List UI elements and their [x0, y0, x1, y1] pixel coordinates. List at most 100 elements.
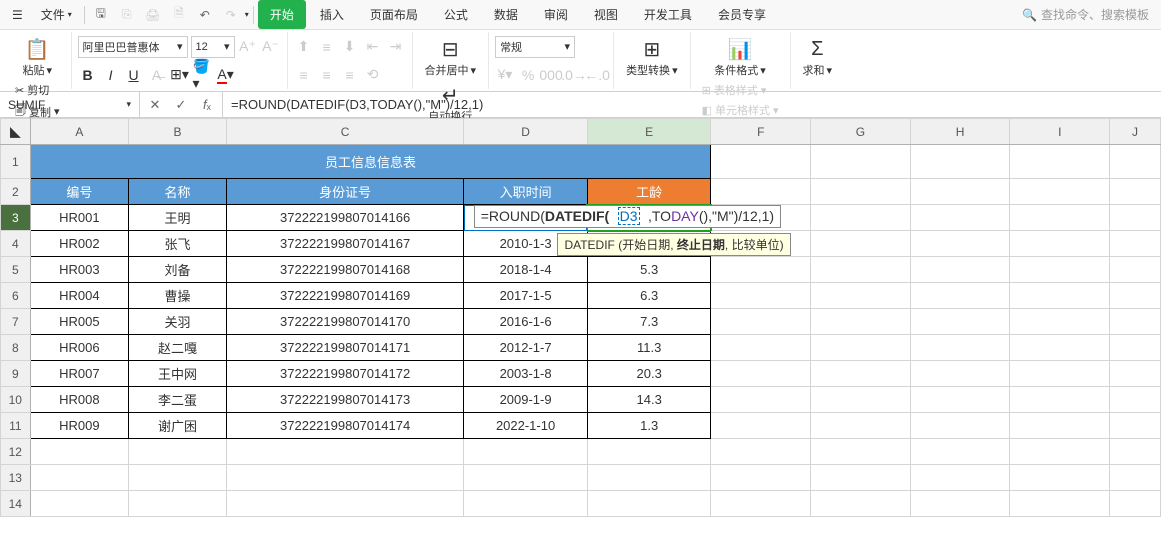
- cell[interactable]: [464, 491, 588, 517]
- cell[interactable]: [811, 179, 911, 205]
- cell[interactable]: [1010, 335, 1110, 361]
- row-header[interactable]: 5: [1, 257, 31, 283]
- cell[interactable]: [711, 145, 811, 179]
- bold-button[interactable]: B: [78, 65, 98, 85]
- italic-button[interactable]: I: [101, 65, 121, 85]
- print-icon[interactable]: 🖨: [141, 3, 165, 27]
- cell[interactable]: [811, 257, 911, 283]
- row-header[interactable]: 12: [1, 439, 31, 465]
- cell[interactable]: [129, 465, 227, 491]
- select-all-corner[interactable]: ◣: [1, 119, 31, 145]
- formula-input[interactable]: =ROUND(DATEDIF(D3,TODAY(),"M")/12,1): [223, 92, 1161, 117]
- cell[interactable]: [464, 465, 588, 491]
- cell[interactable]: [910, 335, 1010, 361]
- row-header[interactable]: 4: [1, 231, 31, 257]
- cell[interactable]: [30, 439, 129, 465]
- doc-icon[interactable]: 🗎: [167, 3, 191, 27]
- cell[interactable]: 372222199807014167: [226, 231, 463, 257]
- tab-devtools[interactable]: 开发工具: [632, 0, 704, 29]
- cell[interactable]: [1110, 283, 1161, 309]
- col-header-A[interactable]: A: [30, 119, 129, 145]
- cell[interactable]: [711, 283, 811, 309]
- cell[interactable]: 2012-1-7: [464, 335, 588, 361]
- col-header-B[interactable]: B: [129, 119, 227, 145]
- cell[interactable]: [910, 257, 1010, 283]
- dec-decimal-icon[interactable]: ←.0: [587, 65, 607, 85]
- tab-review[interactable]: 审阅: [532, 0, 580, 29]
- cell[interactable]: 372222199807014169: [226, 283, 463, 309]
- cell[interactable]: 372222199807014172: [226, 361, 463, 387]
- sum-button[interactable]: Σ 求和▾: [797, 34, 839, 80]
- tab-home[interactable]: 开始: [258, 0, 306, 29]
- cell[interactable]: [910, 283, 1010, 309]
- cell[interactable]: [1110, 179, 1161, 205]
- cell[interactable]: [811, 465, 911, 491]
- cell[interactable]: [711, 387, 811, 413]
- increase-font-icon[interactable]: A⁺: [238, 37, 258, 57]
- grid-container[interactable]: ◣ A B C D E F G H I J 1 员工信息信息表 2 编号 名称 …: [0, 118, 1161, 543]
- cell[interactable]: 372222199807014166: [226, 205, 463, 231]
- cell[interactable]: [910, 491, 1010, 517]
- cell[interactable]: [711, 439, 811, 465]
- cell[interactable]: 6.3: [587, 283, 711, 309]
- cell[interactable]: [1010, 309, 1110, 335]
- cell[interactable]: [711, 179, 811, 205]
- cell[interactable]: HR006: [30, 335, 129, 361]
- cell[interactable]: [910, 205, 1010, 231]
- cond-format-button[interactable]: 📊 条件格式▾: [697, 34, 784, 80]
- indent-dec-icon[interactable]: ⇤: [363, 37, 383, 57]
- cell[interactable]: 20.3: [587, 361, 711, 387]
- align-right-icon[interactable]: ≡: [340, 65, 360, 85]
- print-preview-icon[interactable]: ⎘: [115, 3, 139, 27]
- cell[interactable]: [464, 439, 588, 465]
- align-left-icon[interactable]: ≡: [294, 65, 314, 85]
- tab-formula[interactable]: 公式: [432, 0, 480, 29]
- cell[interactable]: [811, 335, 911, 361]
- cell[interactable]: [587, 439, 711, 465]
- strike-button[interactable]: A̶: [147, 65, 167, 85]
- col-header-F[interactable]: F: [711, 119, 811, 145]
- cell[interactable]: 2022-1-10: [464, 413, 588, 439]
- header-hiredate[interactable]: 入职时间: [464, 179, 588, 205]
- cell[interactable]: [910, 439, 1010, 465]
- redo-icon[interactable]: ↷: [219, 3, 243, 27]
- cell[interactable]: [226, 439, 463, 465]
- cell[interactable]: [1010, 413, 1110, 439]
- row-header[interactable]: 11: [1, 413, 31, 439]
- header-id[interactable]: 编号: [30, 179, 129, 205]
- cell[interactable]: [910, 179, 1010, 205]
- cell[interactable]: [811, 439, 911, 465]
- app-menu[interactable]: ☰: [4, 4, 31, 26]
- cell[interactable]: [811, 413, 911, 439]
- cell[interactable]: [811, 361, 911, 387]
- row-header[interactable]: 10: [1, 387, 31, 413]
- cell[interactable]: [1110, 361, 1161, 387]
- cell[interactable]: 7.3: [587, 309, 711, 335]
- cancel-formula-button[interactable]: ✕: [146, 97, 164, 113]
- cell[interactable]: [1110, 231, 1161, 257]
- percent-icon[interactable]: %: [518, 65, 538, 85]
- cell[interactable]: 曹操: [129, 283, 227, 309]
- fx-button[interactable]: fₓ: [198, 97, 216, 112]
- comma-icon[interactable]: 000: [541, 65, 561, 85]
- col-header-I[interactable]: I: [1010, 119, 1110, 145]
- align-middle-icon[interactable]: ≡: [317, 37, 337, 57]
- cell[interactable]: [910, 413, 1010, 439]
- row-header[interactable]: 13: [1, 465, 31, 491]
- col-header-C[interactable]: C: [226, 119, 463, 145]
- cell[interactable]: [587, 465, 711, 491]
- cell[interactable]: [129, 439, 227, 465]
- cell[interactable]: [30, 491, 129, 517]
- cell[interactable]: HR009: [30, 413, 129, 439]
- cell[interactable]: 372222199807014171: [226, 335, 463, 361]
- col-header-J[interactable]: J: [1110, 119, 1161, 145]
- cell[interactable]: 谢广困: [129, 413, 227, 439]
- cell[interactable]: 李二蛋: [129, 387, 227, 413]
- file-menu[interactable]: 文件 ▾: [33, 2, 80, 27]
- cell[interactable]: [711, 491, 811, 517]
- cell[interactable]: [811, 309, 911, 335]
- cell[interactable]: [711, 413, 811, 439]
- col-header-E[interactable]: E: [587, 119, 711, 145]
- cell[interactable]: [226, 465, 463, 491]
- cell[interactable]: [226, 491, 463, 517]
